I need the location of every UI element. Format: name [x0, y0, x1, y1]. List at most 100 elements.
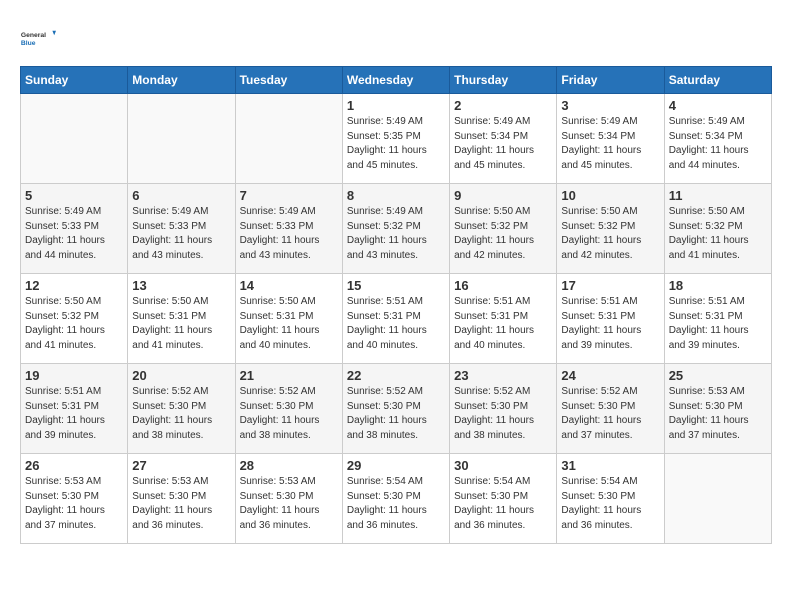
calendar-cell: 13 Sunrise: 5:50 AM Sunset: 5:31 PM Dayli…: [128, 274, 235, 364]
calendar-cell: 16 Sunrise: 5:51 AM Sunset: 5:31 PM Dayli…: [450, 274, 557, 364]
day-number: 29: [347, 458, 445, 473]
day-info: Sunrise: 5:49 AM Sunset: 5:34 PM Dayligh…: [454, 115, 552, 173]
day-info: Sunrise: 5:54 AM Sunset: 5:30 PM Dayligh…: [347, 475, 445, 533]
day-info: Sunrise: 5:54 AM Sunset: 5:30 PM Dayligh…: [454, 475, 552, 533]
day-info: Sunrise: 5:51 AM Sunset: 5:31 PM Dayligh…: [347, 295, 445, 353]
day-info: Sunrise: 5:51 AM Sunset: 5:31 PM Dayligh…: [454, 295, 552, 353]
day-number: 22: [347, 368, 445, 383]
day-info: Sunrise: 5:50 AM Sunset: 5:31 PM Dayligh…: [132, 295, 230, 353]
calendar-cell: 25Sunrise: 5:53 AM Sunset: 5:30 PM Dayli…: [664, 364, 771, 454]
calendar-cell: 28 Sunrise: 5:53 AM Sunset: 5:30 PM Dayli…: [235, 454, 342, 544]
day-number: 2: [454, 98, 552, 113]
calendar-cell: 20 Sunrise: 5:52 AM Sunset: 5:30 PM Dayli…: [128, 364, 235, 454]
day-info: Sunrise: 5:49 AM Sunset: 5:33 PM Dayligh…: [240, 205, 338, 263]
day-info: Sunrise: 5:51 AM Sunset: 5:31 PM Dayligh…: [25, 385, 123, 443]
calendar-cell: 24Sunrise: 5:52 AM Sunset: 5:30 PM Dayli…: [557, 364, 664, 454]
day-number: 4: [669, 98, 767, 113]
calendar-cell: 7Sunrise: 5:49 AM Sunset: 5:33 PM Daylig…: [235, 184, 342, 274]
calendar-cell: 31 Sunrise: 5:54 AM Sunset: 5:30 PM Dayli…: [557, 454, 664, 544]
day-number: 19: [25, 368, 123, 383]
day-info: Sunrise: 5:53 AM Sunset: 5:30 PM Dayligh…: [240, 475, 338, 533]
calendar-cell: 9 Sunrise: 5:50 AM Sunset: 5:32 PM Daylig…: [450, 184, 557, 274]
calendar-cell: 19 Sunrise: 5:51 AM Sunset: 5:31 PM Dayli…: [21, 364, 128, 454]
calendar-cell: [21, 94, 128, 184]
calendar-cell: 21 Sunrise: 5:52 AM Sunset: 5:30 PM Dayli…: [235, 364, 342, 454]
calendar-cell: 18Sunrise: 5:51 AM Sunset: 5:31 PM Dayli…: [664, 274, 771, 364]
page-header: General Blue: [20, 20, 772, 56]
calendar-cell: 27 Sunrise: 5:53 AM Sunset: 5:30 PM Dayli…: [128, 454, 235, 544]
day-info: Sunrise: 5:49 AM Sunset: 5:34 PM Dayligh…: [561, 115, 659, 173]
header-thursday: Thursday: [450, 67, 557, 94]
day-number: 30: [454, 458, 552, 473]
calendar-cell: 8 Sunrise: 5:49 AM Sunset: 5:32 PM Daylig…: [342, 184, 449, 274]
day-info: Sunrise: 5:53 AM Sunset: 5:30 PM Dayligh…: [132, 475, 230, 533]
header-saturday: Saturday: [664, 67, 771, 94]
day-number: 15: [347, 278, 445, 293]
day-info: Sunrise: 5:49 AM Sunset: 5:33 PM Dayligh…: [25, 205, 123, 263]
calendar-cell: 14 Sunrise: 5:50 AM Sunset: 5:31 PM Dayli…: [235, 274, 342, 364]
calendar-cell: 22 Sunrise: 5:52 AM Sunset: 5:30 PM Dayli…: [342, 364, 449, 454]
day-number: 28: [240, 458, 338, 473]
day-info: Sunrise: 5:49 AM Sunset: 5:34 PM Dayligh…: [669, 115, 767, 173]
calendar-cell: [128, 94, 235, 184]
day-info: Sunrise: 5:51 AM Sunset: 5:31 PM Dayligh…: [669, 295, 767, 353]
day-number: 8: [347, 188, 445, 203]
calendar-cell: 10Sunrise: 5:50 AM Sunset: 5:32 PM Dayli…: [557, 184, 664, 274]
day-info: Sunrise: 5:49 AM Sunset: 5:32 PM Dayligh…: [347, 205, 445, 263]
day-number: 5: [25, 188, 123, 203]
calendar-cell: 3 Sunrise: 5:49 AM Sunset: 5:34 PM Daylig…: [557, 94, 664, 184]
day-info: Sunrise: 5:52 AM Sunset: 5:30 PM Dayligh…: [561, 385, 659, 443]
calendar-cell: 15 Sunrise: 5:51 AM Sunset: 5:31 PM Dayli…: [342, 274, 449, 364]
day-number: 1: [347, 98, 445, 113]
day-number: 23: [454, 368, 552, 383]
day-number: 6: [132, 188, 230, 203]
logo: General Blue: [20, 20, 56, 56]
day-info: Sunrise: 5:52 AM Sunset: 5:30 PM Dayligh…: [347, 385, 445, 443]
day-info: Sunrise: 5:52 AM Sunset: 5:30 PM Dayligh…: [240, 385, 338, 443]
day-number: 27: [132, 458, 230, 473]
day-info: Sunrise: 5:50 AM Sunset: 5:32 PM Dayligh…: [454, 205, 552, 263]
day-info: Sunrise: 5:54 AM Sunset: 5:30 PM Dayligh…: [561, 475, 659, 533]
calendar-week-4: 19 Sunrise: 5:51 AM Sunset: 5:31 PM Dayli…: [21, 364, 772, 454]
calendar-cell: 12Sunrise: 5:50 AM Sunset: 5:32 PM Dayli…: [21, 274, 128, 364]
day-info: Sunrise: 5:50 AM Sunset: 5:32 PM Dayligh…: [669, 205, 767, 263]
calendar-header-row: SundayMondayTuesdayWednesdayThursdayFrid…: [21, 67, 772, 94]
day-number: 20: [132, 368, 230, 383]
calendar-week-1: 1 Sunrise: 5:49 AM Sunset: 5:35 PM Daylig…: [21, 94, 772, 184]
day-info: Sunrise: 5:52 AM Sunset: 5:30 PM Dayligh…: [132, 385, 230, 443]
calendar-cell: [664, 454, 771, 544]
calendar-week-5: 26 Sunrise: 5:53 AM Sunset: 5:30 PM Dayli…: [21, 454, 772, 544]
day-number: 21: [240, 368, 338, 383]
calendar-cell: 29 Sunrise: 5:54 AM Sunset: 5:30 PM Dayli…: [342, 454, 449, 544]
calendar-cell: 1 Sunrise: 5:49 AM Sunset: 5:35 PM Daylig…: [342, 94, 449, 184]
header-wednesday: Wednesday: [342, 67, 449, 94]
calendar-cell: 6 Sunrise: 5:49 AM Sunset: 5:33 PM Daylig…: [128, 184, 235, 274]
day-info: Sunrise: 5:49 AM Sunset: 5:33 PM Dayligh…: [132, 205, 230, 263]
day-number: 11: [669, 188, 767, 203]
calendar-cell: 4 Sunrise: 5:49 AM Sunset: 5:34 PM Daylig…: [664, 94, 771, 184]
day-info: Sunrise: 5:50 AM Sunset: 5:31 PM Dayligh…: [240, 295, 338, 353]
calendar-cell: 30 Sunrise: 5:54 AM Sunset: 5:30 PM Dayli…: [450, 454, 557, 544]
day-number: 26: [25, 458, 123, 473]
day-number: 17: [561, 278, 659, 293]
svg-text:Blue: Blue: [21, 40, 36, 47]
day-info: Sunrise: 5:52 AM Sunset: 5:30 PM Dayligh…: [454, 385, 552, 443]
day-number: 31: [561, 458, 659, 473]
day-info: Sunrise: 5:53 AM Sunset: 5:30 PM Dayligh…: [25, 475, 123, 533]
calendar-week-3: 12Sunrise: 5:50 AM Sunset: 5:32 PM Dayli…: [21, 274, 772, 364]
day-number: 16: [454, 278, 552, 293]
header-tuesday: Tuesday: [235, 67, 342, 94]
calendar-table: SundayMondayTuesdayWednesdayThursdayFrid…: [20, 66, 772, 544]
header-monday: Monday: [128, 67, 235, 94]
calendar-cell: 11 Sunrise: 5:50 AM Sunset: 5:32 PM Dayli…: [664, 184, 771, 274]
day-number: 3: [561, 98, 659, 113]
day-info: Sunrise: 5:49 AM Sunset: 5:35 PM Dayligh…: [347, 115, 445, 173]
calendar-cell: 26 Sunrise: 5:53 AM Sunset: 5:30 PM Dayli…: [21, 454, 128, 544]
day-number: 14: [240, 278, 338, 293]
header-sunday: Sunday: [21, 67, 128, 94]
day-number: 13: [132, 278, 230, 293]
day-info: Sunrise: 5:51 AM Sunset: 5:31 PM Dayligh…: [561, 295, 659, 353]
header-friday: Friday: [557, 67, 664, 94]
day-number: 9: [454, 188, 552, 203]
logo-icon: General Blue: [20, 20, 56, 56]
